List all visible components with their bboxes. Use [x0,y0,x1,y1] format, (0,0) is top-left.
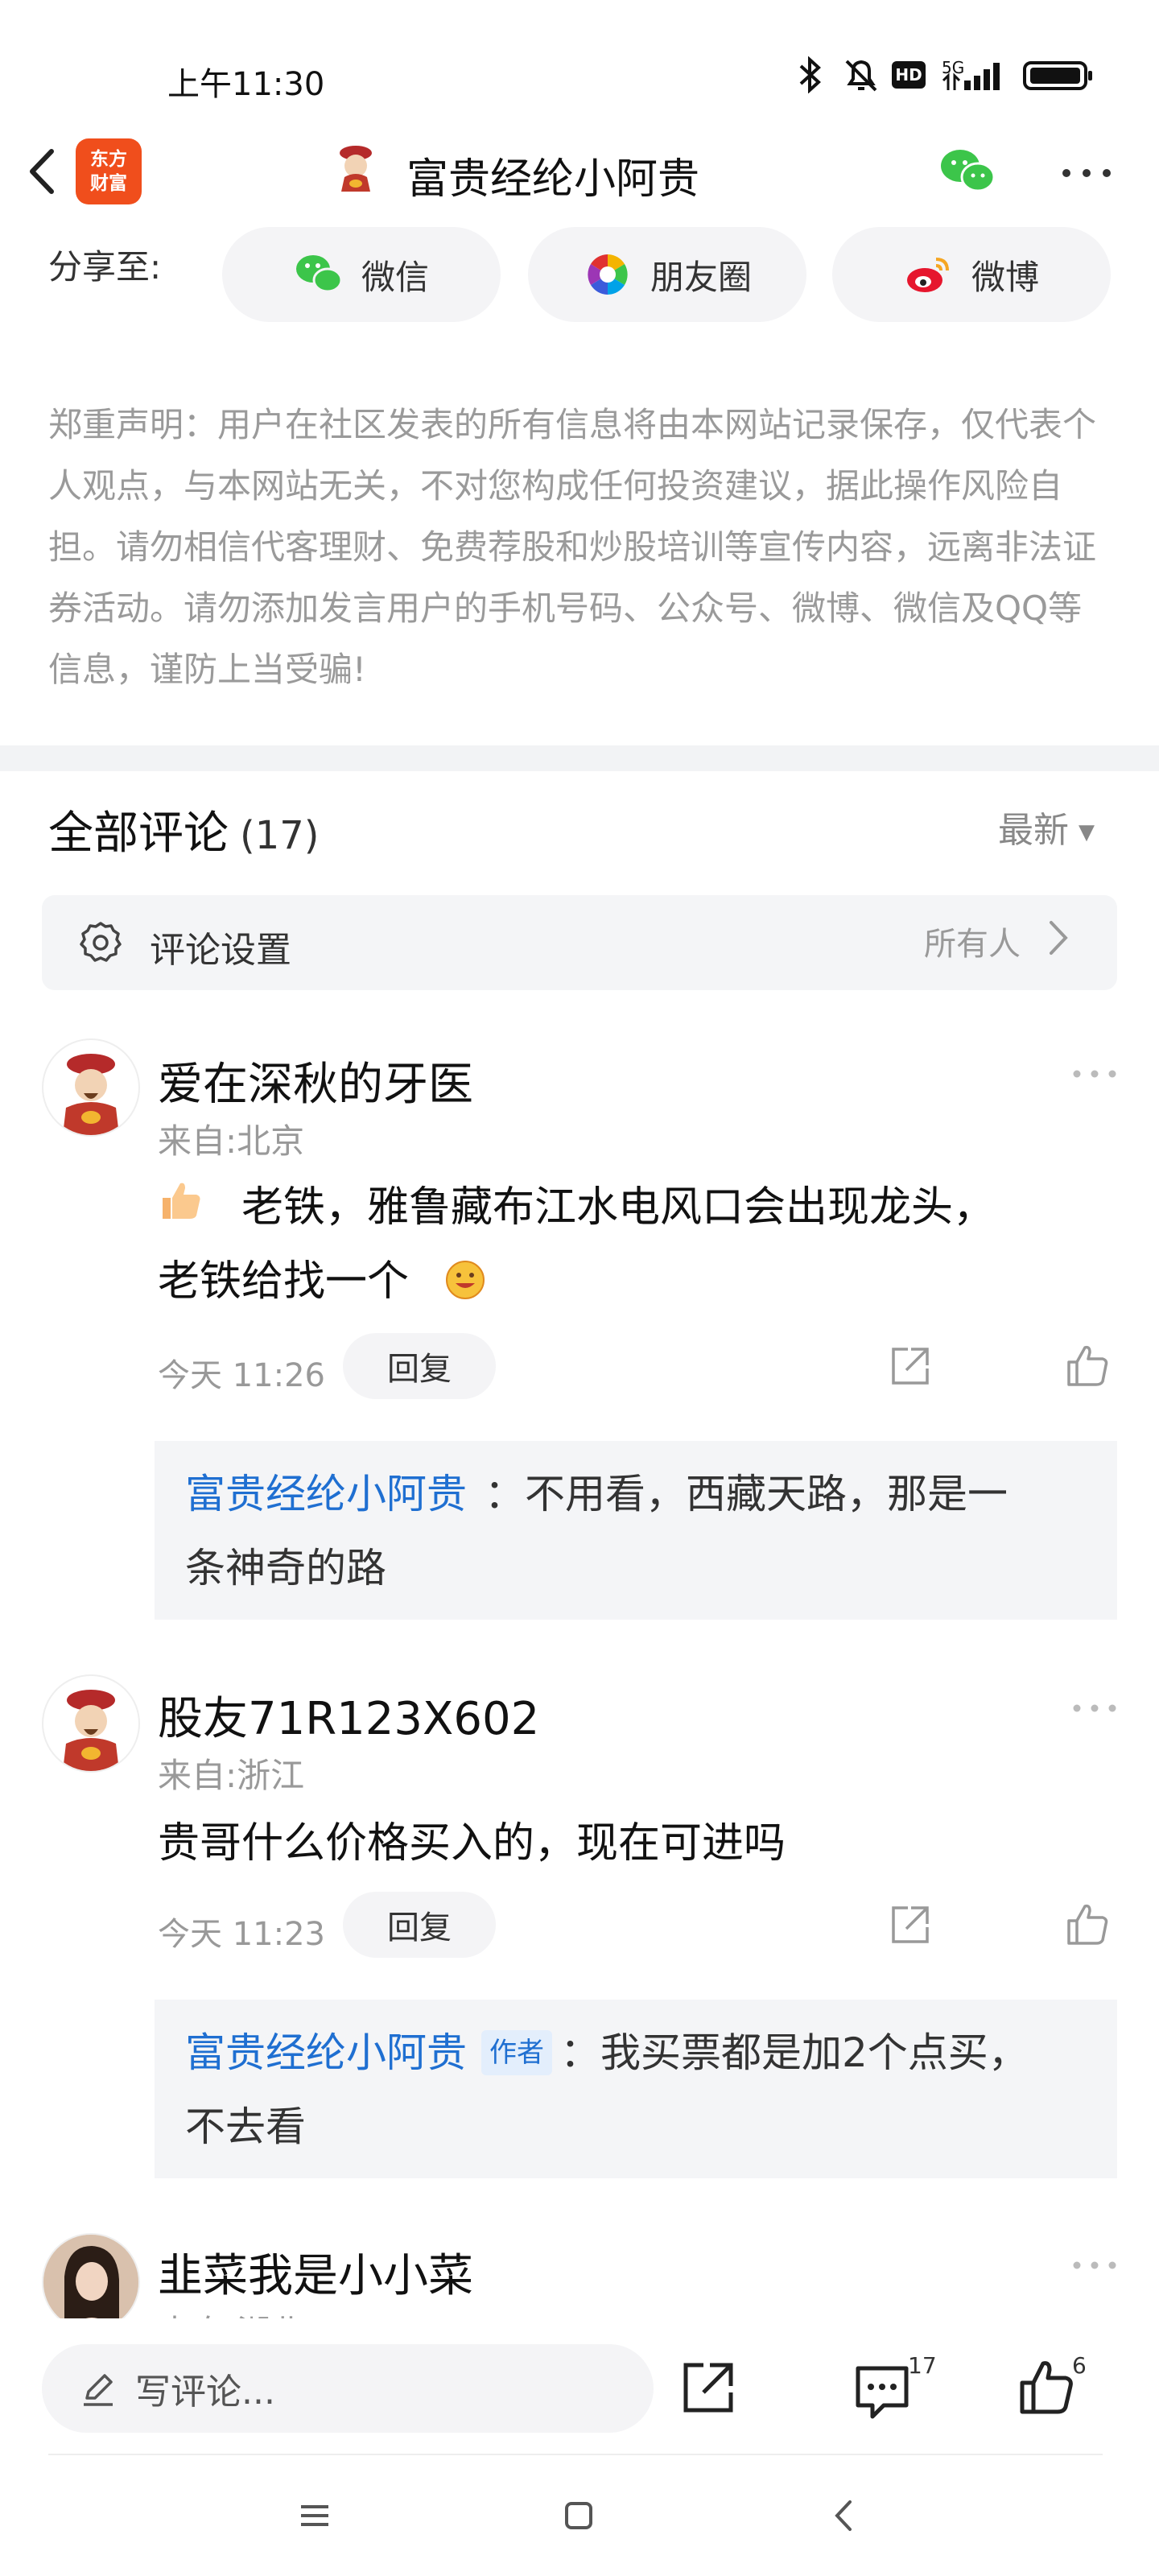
comment-bubble-icon[interactable] [852,2360,913,2421]
comment-text: 贵哥什么价格买入的，现在可进吗 [158,1819,786,1868]
share-moments-label: 朋友圈 [650,257,752,297]
caret-down-icon: ▼ [1079,820,1095,844]
comment-input[interactable]: 写评论... [42,2344,654,2433]
moments-icon [588,254,628,295]
share-weibo-button[interactable]: 微博 [832,227,1111,322]
system-back-icon[interactable] [824,2496,864,2536]
comments-count: (17) [240,813,320,858]
reply-author-link[interactable]: 富贵经纶小阿贵 [185,2029,467,2076]
app-logo[interactable]: 东方 财富 [76,138,142,204]
mute-bell-icon [845,60,877,92]
reply-line1: 富贵经纶小阿贵 ：不用看，西藏天路，那是一 [185,1457,1095,1531]
comment-text-line1: 老铁，雅鲁藏布江水电风口会出现龙头， [241,1183,996,1232]
author-tag-badge: 作者 [481,2030,552,2075]
comment-more-icon[interactable] [1070,2257,1119,2273]
comments-header: 全部评论 (17) [48,797,320,862]
caishen-avatar-icon [63,1054,119,1135]
comments-title: 全部评论 [48,807,229,860]
commenter-avatar[interactable] [42,2233,140,2331]
bottom-divider [48,2454,1103,2455]
comment-input-placeholder: 写评论... [135,2372,275,2413]
page-title: 富贵经纶小阿贵 [406,155,700,204]
commenter-name[interactable]: 韭菜我是小小菜 [158,2240,473,2305]
share-out-icon[interactable] [887,1901,934,1948]
app-logo-line2: 财富 [90,173,127,194]
share-weibo-label: 微博 [971,257,1039,297]
sort-dropdown[interactable]: 最新 ▼ [998,801,1095,852]
share-moments-button[interactable]: 朋友圈 [528,227,806,322]
commenter-name[interactable]: 股友71R123X602 [158,1682,539,1748]
commenter-avatar[interactable] [42,1674,140,1773]
share-icon[interactable] [678,2357,739,2418]
bluetooth-icon [799,56,821,93]
like-icon[interactable] [1016,2357,1077,2418]
pen-icon [84,2374,113,2406]
comment-settings-value: 所有人 [924,926,1021,963]
caishen-avatar-icon [63,1690,119,1771]
wechat-share-icon[interactable] [938,145,997,196]
reply-text-part1: ：我买票都是加2个点买， [560,2029,1029,2076]
like-icon[interactable] [1064,1901,1111,1948]
comment-time: 今天 11:26 [158,1357,325,1394]
home-icon[interactable] [559,2496,599,2536]
like-count-badge: 6 [1072,2352,1087,2379]
app-logo-line1: 东方 [90,149,127,170]
commenter-location: 来自:北京 [158,1121,305,1161]
comment-count-badge: 17 [908,2352,937,2379]
commenter-avatar[interactable] [42,1038,140,1137]
back-arrow-icon[interactable] [16,143,72,200]
reply-button[interactable]: 回复 [343,1333,496,1399]
user-photo-avatar-icon [43,2235,138,2330]
share-label: 分享至: [48,247,162,287]
hd-badge: HD [892,61,926,89]
share-wechat-button[interactable]: 微信 [222,227,501,322]
thumbs-up-emoji-icon [163,1183,200,1219]
more-options-icon[interactable] [1058,161,1115,185]
status-time: 上午11:30 [167,66,325,103]
comment-settings-label: 评论设置 [150,930,291,971]
sort-label: 最新 [998,810,1069,851]
menu-icon[interactable] [295,2496,335,2536]
reply-line2: 条神奇的路 [185,1545,386,1591]
weibo-icon [906,258,949,292]
commenter-name[interactable]: 爱在深秋的牙医 [158,1048,473,1113]
chevron-right-icon [1050,921,1068,955]
section-divider [0,745,1159,771]
share-wechat-label: 微信 [361,257,429,297]
reply-text-part1: ：不用看，西藏天路，那是一 [485,1471,1008,1517]
author-avatar-icon[interactable] [330,142,382,193]
comment-text-line2: 老铁给找一个 [158,1257,410,1306]
reply-author-link[interactable]: 富贵经纶小阿贵 [185,1471,467,1517]
comment-more-icon[interactable] [1070,1066,1119,1082]
reply-button[interactable]: 回复 [343,1892,496,1958]
commenter-location: 来自:浙江 [158,1756,305,1795]
wechat-icon [295,255,343,293]
reply-line1: 富贵经纶小阿贵 作者 ：我买票都是加2个点买， [185,2016,1103,2090]
comment-time: 今天 11:23 [158,1916,325,1953]
smile-emoji-icon [446,1261,485,1299]
gear-icon [80,922,122,962]
signal-icon [942,63,1000,90]
like-icon[interactable] [1064,1343,1111,1389]
disclaimer-text: 郑重声明：用户在社区发表的所有信息将由本网站记录保存，仅代表个人观点，与本网站无… [48,405,1097,689]
share-out-icon[interactable] [887,1343,934,1389]
reply-line2: 不去看 [185,2103,306,2150]
battery-icon [1023,61,1092,90]
comment-more-icon[interactable] [1070,1700,1119,1716]
